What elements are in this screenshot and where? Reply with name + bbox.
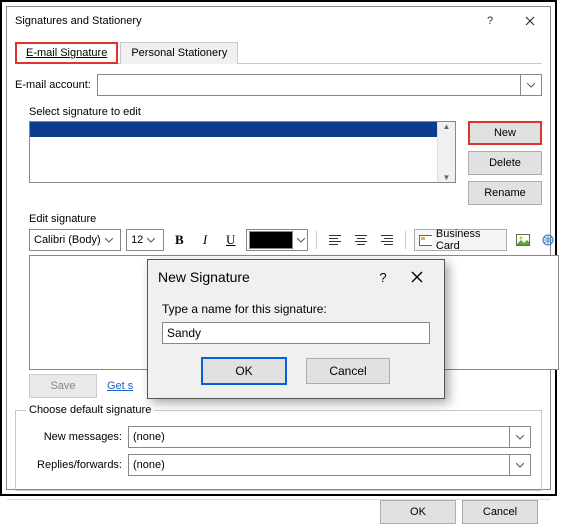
signature-name-input[interactable] bbox=[162, 322, 430, 344]
email-account-combo[interactable] bbox=[97, 74, 521, 96]
insert-picture-button[interactable] bbox=[512, 229, 533, 251]
font-color-select[interactable] bbox=[246, 229, 308, 251]
chevron-down-icon bbox=[516, 463, 524, 468]
chevron-down-icon bbox=[147, 238, 155, 243]
modal-ok-button[interactable]: OK bbox=[202, 358, 286, 384]
signatures-dialog: Signatures and Stationery ? E-mail Signa… bbox=[6, 6, 551, 490]
new-signature-dialog: New Signature ? Type a name for this sig… bbox=[147, 259, 445, 399]
hyperlink-icon bbox=[541, 234, 555, 246]
bold-icon: B bbox=[175, 232, 184, 248]
tab-email-signature[interactable]: E-mail Signature bbox=[15, 42, 118, 64]
replies-forwards-label: Replies/forwards: bbox=[26, 459, 122, 471]
tab-personal-stationery[interactable]: Personal Stationery bbox=[120, 42, 238, 64]
modal-titlebar: New Signature ? bbox=[148, 260, 444, 294]
align-center-icon bbox=[355, 235, 367, 245]
modal-close-button[interactable] bbox=[400, 262, 434, 292]
separator bbox=[405, 231, 406, 249]
align-right-button[interactable] bbox=[376, 229, 397, 251]
chevron-down-icon bbox=[516, 435, 524, 440]
tab-strip: E-mail Signature Personal Stationery bbox=[15, 41, 542, 64]
business-card-button[interactable]: Business Card bbox=[414, 229, 508, 251]
format-toolbar: Calibri (Body) 12 B I U bbox=[29, 229, 559, 251]
italic-icon: I bbox=[203, 232, 207, 248]
underline-icon: U bbox=[226, 232, 235, 248]
insert-hyperlink-button[interactable] bbox=[538, 229, 559, 251]
chevron-down-icon bbox=[527, 83, 535, 88]
new-messages-dropdown[interactable] bbox=[510, 426, 531, 448]
align-left-icon bbox=[329, 235, 341, 245]
separator bbox=[316, 231, 317, 249]
new-button[interactable]: New bbox=[468, 121, 542, 145]
cancel-button[interactable]: Cancel bbox=[462, 500, 538, 524]
email-account-dropdown[interactable] bbox=[521, 74, 542, 96]
color-swatch bbox=[249, 231, 293, 249]
modal-title: New Signature bbox=[158, 269, 250, 285]
new-messages-combo[interactable]: (none) bbox=[128, 426, 510, 448]
tab-label: Personal Stationery bbox=[131, 47, 227, 59]
help-button[interactable]: ? bbox=[470, 7, 510, 35]
list-selection bbox=[30, 122, 437, 137]
italic-button[interactable]: I bbox=[195, 229, 216, 251]
font-size-select[interactable]: 12 bbox=[126, 229, 164, 251]
close-icon bbox=[411, 271, 423, 283]
new-messages-label: New messages: bbox=[26, 431, 122, 443]
picture-icon bbox=[516, 234, 530, 246]
modal-help-button[interactable]: ? bbox=[366, 262, 400, 292]
scrollbar[interactable]: ▲▼ bbox=[437, 122, 455, 182]
modal-prompt: Type a name for this signature: bbox=[162, 302, 430, 316]
chevron-down-icon bbox=[297, 238, 305, 243]
save-button[interactable]: Save bbox=[29, 374, 97, 398]
ok-button[interactable]: OK bbox=[380, 500, 456, 524]
signature-listbox[interactable]: ▲▼ bbox=[29, 121, 456, 183]
modal-cancel-button[interactable]: Cancel bbox=[306, 358, 390, 384]
tab-label: E-mail Signature bbox=[26, 47, 107, 59]
get-signatures-link[interactable]: Get s bbox=[107, 380, 133, 392]
delete-button[interactable]: Delete bbox=[468, 151, 542, 175]
select-signature-label: Select signature to edit bbox=[29, 106, 141, 118]
bold-button[interactable]: B bbox=[169, 229, 190, 251]
close-button[interactable] bbox=[510, 7, 550, 35]
replies-forwards-dropdown[interactable] bbox=[510, 454, 531, 476]
align-center-button[interactable] bbox=[351, 229, 372, 251]
dialog-footer: OK Cancel bbox=[7, 499, 550, 524]
business-card-icon bbox=[419, 235, 432, 246]
edit-signature-label: Edit signature bbox=[29, 213, 96, 225]
defaults-legend: Choose default signature bbox=[26, 404, 154, 416]
window-title: Signatures and Stationery bbox=[15, 15, 142, 27]
align-right-icon bbox=[381, 235, 393, 245]
email-account-label: E-mail account: bbox=[15, 79, 91, 91]
underline-button[interactable]: U bbox=[220, 229, 241, 251]
chevron-down-icon bbox=[105, 238, 113, 243]
align-left-button[interactable] bbox=[325, 229, 346, 251]
rename-button[interactable]: Rename bbox=[468, 181, 542, 205]
titlebar: Signatures and Stationery ? bbox=[7, 7, 550, 35]
replies-forwards-combo[interactable]: (none) bbox=[128, 454, 510, 476]
font-select[interactable]: Calibri (Body) bbox=[29, 229, 121, 251]
close-icon bbox=[525, 16, 535, 26]
